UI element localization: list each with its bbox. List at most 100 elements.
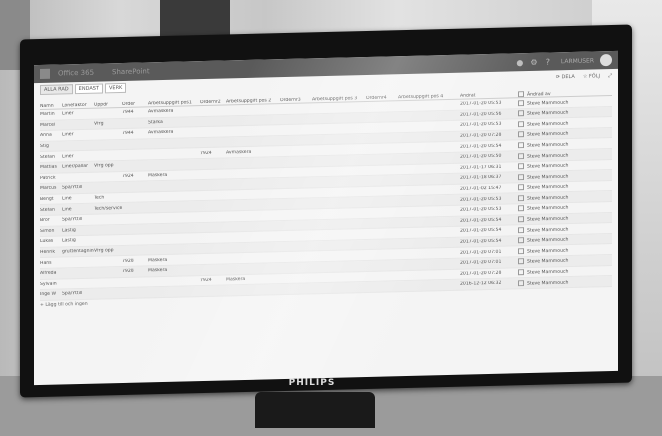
table-cell [200, 227, 226, 228]
row-checkbox[interactable] [518, 173, 524, 181]
list-grid: Namn Lonefaktor Uppdr Order Arbetsuppgif… [40, 83, 612, 301]
row-checkbox[interactable] [518, 226, 524, 233]
col-header[interactable]: Uppdr [94, 102, 122, 107]
table-cell [226, 172, 280, 173]
table-cell: 2017-01-20 05:53 [460, 206, 502, 213]
tab-only[interactable]: ENDAST [74, 83, 103, 95]
table-cell [312, 160, 366, 161]
modified-by: Steve Mammouch [527, 110, 569, 117]
table-cell [226, 215, 280, 216]
row-checkbox[interactable] [518, 258, 524, 265]
table-cell: 2016-12-12 06:32 [460, 281, 502, 288]
table-cell[interactable]: Anna [40, 133, 62, 138]
suite-site-name[interactable]: SharePoint [112, 67, 150, 76]
col-header[interactable]: Ordernr3 [280, 97, 312, 104]
table-cell: 7924 [122, 173, 134, 179]
table-cell [366, 223, 398, 224]
modified-by: Steve Mammouch [527, 216, 569, 223]
col-header[interactable]: Lonefaktor [62, 103, 94, 109]
bell-icon[interactable]: ● [513, 58, 527, 67]
table-cell[interactable]: Marcel [40, 122, 62, 128]
col-header[interactable]: Ordernr2 [200, 99, 226, 106]
table-cell [122, 123, 148, 124]
tab-work[interactable]: VERK [104, 82, 127, 94]
row-checkbox[interactable] [518, 195, 524, 202]
table-cell[interactable]: Henrik [40, 249, 62, 255]
table-cell [312, 287, 366, 288]
table-cell: 2017-01-02 15:47 [460, 185, 502, 192]
user-name[interactable]: LARMUSER [561, 57, 594, 65]
row-checkbox[interactable] [518, 152, 524, 159]
brand-logo: PHILIPS [288, 378, 336, 388]
table-cell[interactable]: Mattias [40, 165, 62, 170]
table-cell [280, 172, 312, 173]
row-checkbox[interactable] [518, 184, 524, 191]
table-cell [62, 177, 94, 178]
table-cell: 2017-01-20 05:54 [460, 228, 502, 235]
table-cell: 2017-01-20 05:54 [460, 238, 502, 245]
table-cell [122, 186, 148, 187]
table-cell[interactable]: Martin [40, 112, 62, 117]
table-cell[interactable]: Hans [40, 260, 62, 265]
table-cell: Steve Mammouch [518, 193, 588, 201]
table-cell: 2017-01-20 07:28 [460, 270, 502, 277]
row-checkbox[interactable] [518, 142, 524, 149]
gear-icon[interactable]: ⚙ [527, 57, 541, 66]
row-checkbox[interactable] [518, 99, 524, 106]
table-cell [200, 131, 226, 132]
table-cell [280, 256, 312, 257]
row-checkbox[interactable] [518, 163, 524, 170]
row-checkbox[interactable] [518, 279, 524, 286]
table-cell [122, 197, 148, 198]
table-cell [312, 170, 366, 171]
row-checkbox[interactable] [518, 248, 524, 255]
table-cell: Steve Mammouch [518, 109, 588, 117]
app-launcher-icon[interactable] [40, 68, 50, 79]
share-button[interactable]: ⟳ DELA [556, 74, 575, 80]
table-cell[interactable]: Stefan [40, 154, 62, 159]
table-cell[interactable]: Bror [40, 218, 62, 223]
row-checkbox[interactable] [518, 205, 524, 212]
select-all-checkbox[interactable] [518, 90, 524, 97]
table-cell[interactable]: Sylvain [40, 281, 62, 286]
row-checkbox[interactable] [518, 120, 524, 128]
table-cell: Steve Mammouch [518, 268, 588, 276]
table-cell: 7928 [122, 258, 134, 264]
table-cell: 7924 [200, 150, 212, 156]
suite-app-name[interactable]: Office 365 [58, 69, 94, 78]
modified-by: Steve Mammouch [527, 121, 569, 128]
table-cell[interactable]: Marcus [40, 186, 62, 191]
table-cell[interactable]: Inge W [40, 292, 62, 297]
col-header[interactable]: Order [122, 101, 148, 107]
table-cell[interactable]: Simon [40, 228, 62, 233]
table-cell[interactable]: Alfreda [40, 271, 62, 276]
table-cell [366, 106, 398, 107]
row-checkbox[interactable] [518, 237, 524, 244]
table-cell[interactable]: Bengt [40, 196, 62, 202]
table-cell [200, 290, 226, 291]
tab-all[interactable]: ALLA RAD [40, 84, 73, 95]
table-cell: 2017-01-20 05:56 [460, 111, 502, 118]
table-cell [94, 155, 122, 156]
row-checkbox[interactable] [518, 269, 524, 276]
avatar[interactable] [600, 54, 612, 67]
focus-icon[interactable]: ⤢ [608, 73, 612, 79]
table-cell[interactable]: Lukas [40, 239, 62, 244]
modified-by: Steve Mammouch [527, 227, 569, 234]
table-cell[interactable]: Stig [40, 144, 62, 149]
col-header[interactable]: Ordernr4 [366, 95, 398, 102]
row-checkbox[interactable] [518, 216, 524, 223]
help-icon[interactable]: ? [541, 57, 555, 66]
row-checkbox[interactable] [518, 110, 524, 117]
table-cell [148, 217, 200, 218]
col-header[interactable]: Namn [40, 103, 62, 109]
follow-button[interactable]: ☆ FÖLJ [583, 73, 600, 79]
table-cell[interactable]: Patrick [40, 175, 62, 180]
table-cell [398, 274, 460, 276]
row-checkbox[interactable] [518, 131, 524, 138]
table-cell [148, 196, 200, 197]
table-cell[interactable]: Stefan [40, 207, 62, 212]
table-cell [122, 292, 148, 293]
table-cell [312, 192, 366, 193]
monitor: Office 365 SharePoint ● ⚙ ? LARMUSER ALL… [20, 24, 632, 398]
